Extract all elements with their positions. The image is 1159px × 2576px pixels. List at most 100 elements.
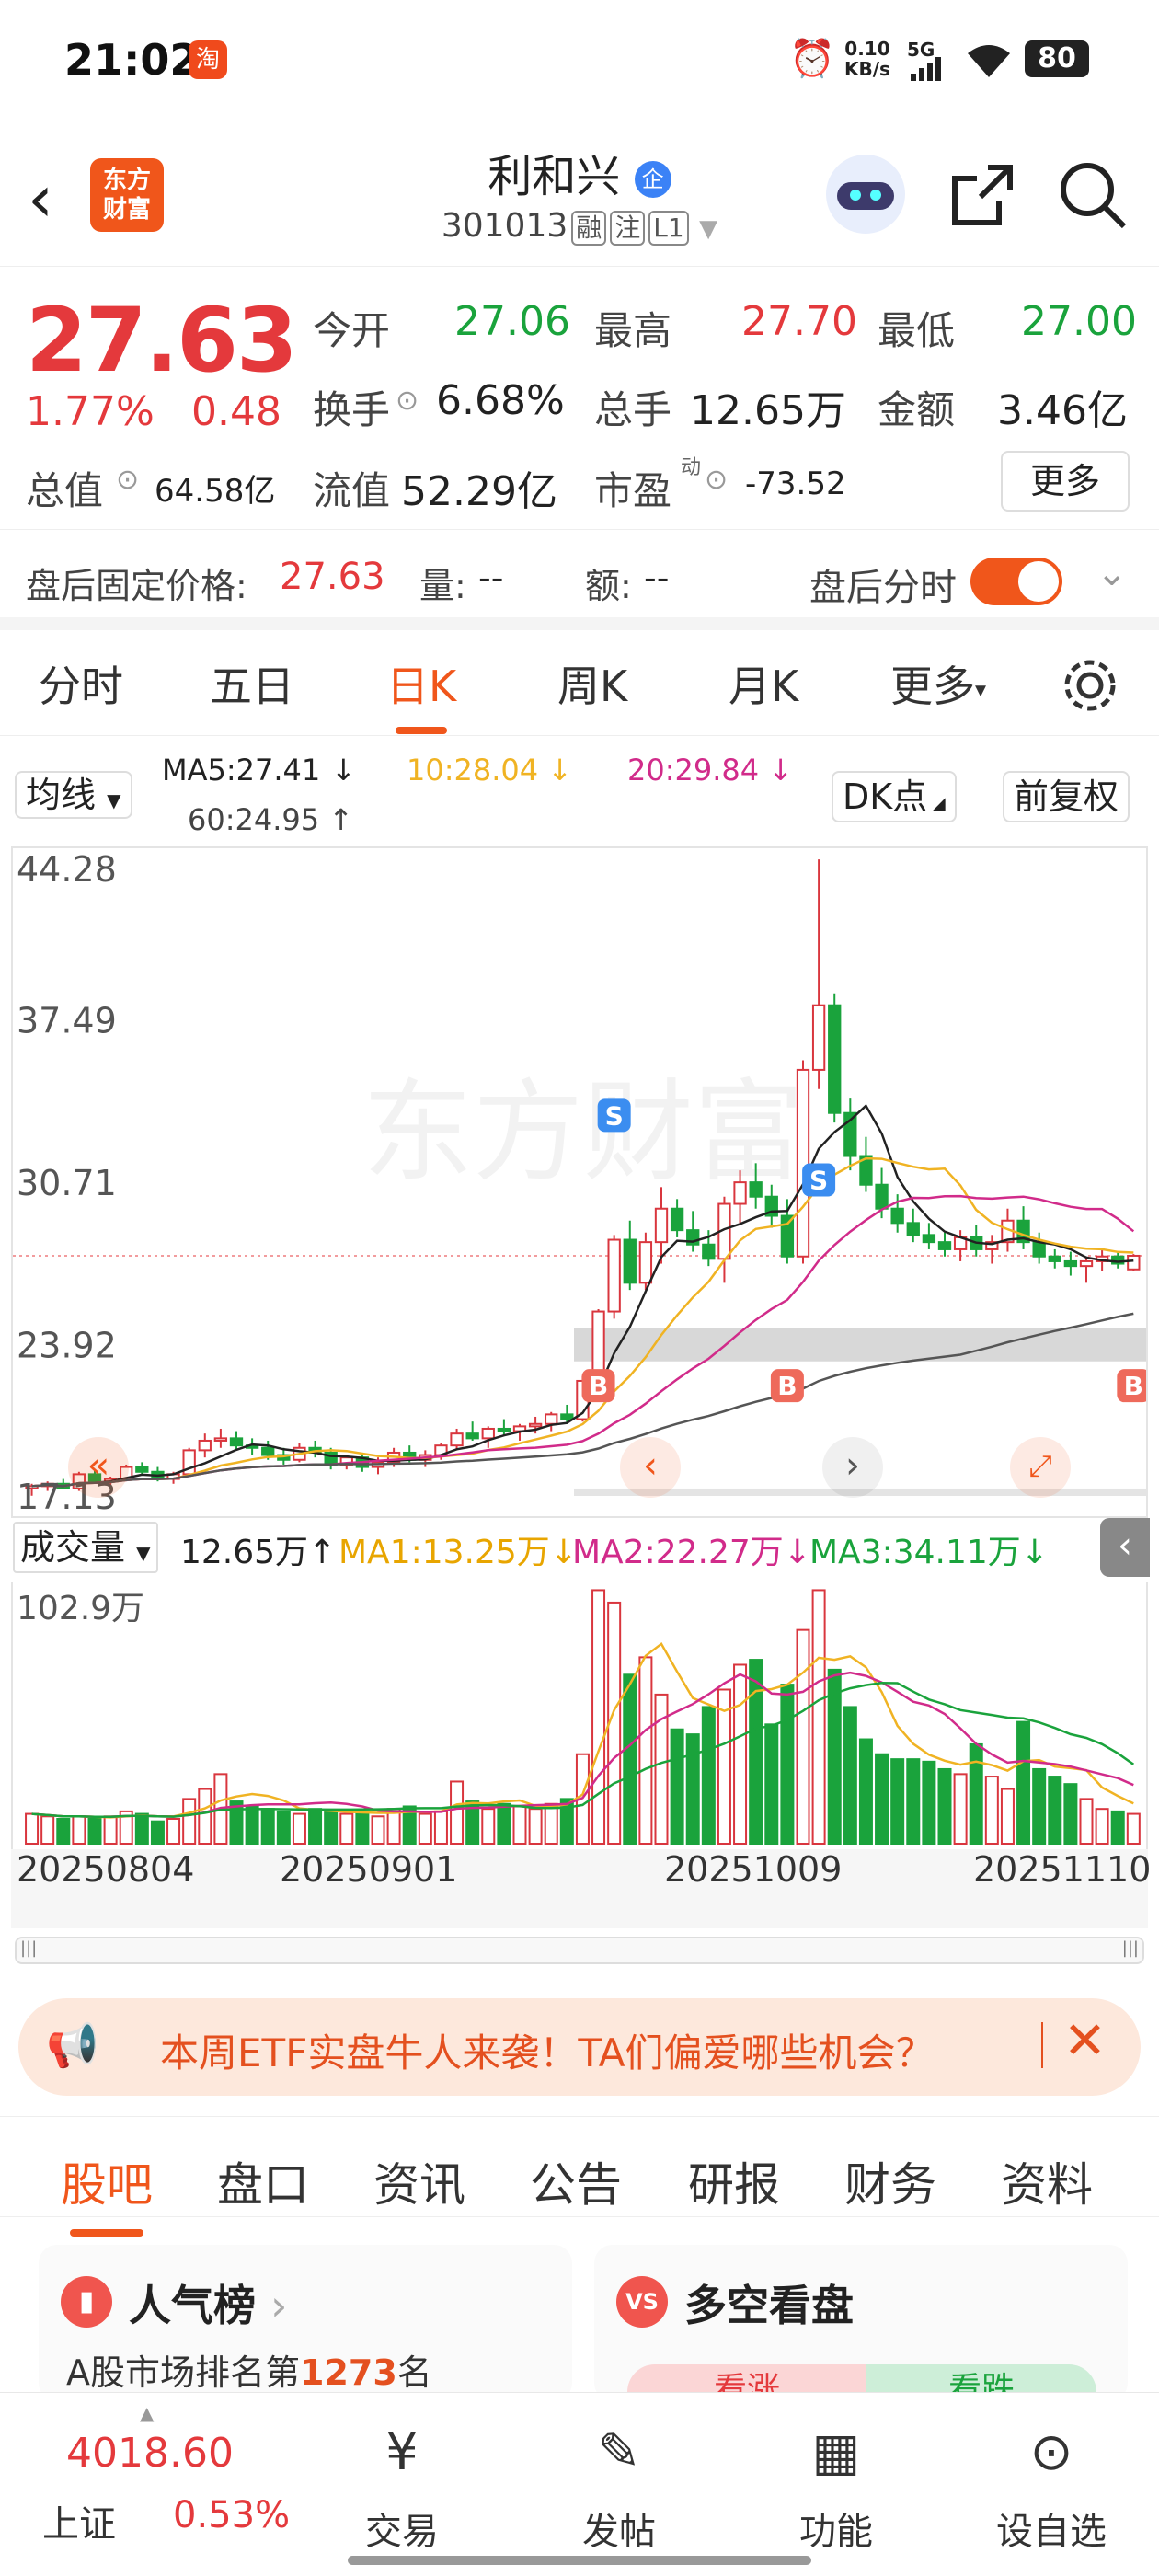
tab-more[interactable]: 更多▾ xyxy=(890,653,986,714)
tab-daily-k[interactable]: 日K xyxy=(386,653,456,734)
tab-news[interactable]: 资讯 xyxy=(373,2148,465,2214)
candle xyxy=(213,1437,228,1442)
mktcap-value: 64.58亿 xyxy=(155,473,276,510)
tab-five-day[interactable]: 五日 xyxy=(210,653,294,714)
bull-bear-card[interactable]: VS 多空看盘 看涨 看跌 xyxy=(594,2245,1128,2420)
tab-weekly-k[interactable]: 周K xyxy=(557,653,627,714)
volume-bar xyxy=(591,1589,606,1845)
dk-point-button[interactable]: DK点 ◢ xyxy=(832,771,957,822)
volume-bar xyxy=(103,1815,118,1846)
expand-icon[interactable]: ⤢ xyxy=(1010,1437,1071,1498)
taobao-icon: 淘 xyxy=(189,40,227,79)
volume-bar xyxy=(481,1808,496,1845)
volume-bar xyxy=(811,1589,826,1845)
volume-bar xyxy=(984,1776,999,1845)
candle xyxy=(528,1422,543,1428)
index-name[interactable]: 上证 xyxy=(42,2494,116,2547)
ma5-value: MA5:27.41 xyxy=(162,753,321,788)
volume-bar xyxy=(1016,1720,1031,1845)
trade-marker-b[interactable]: B xyxy=(1117,1369,1151,1403)
tab-pankou[interactable]: 盘口 xyxy=(217,2148,309,2214)
volume-bar xyxy=(670,1728,684,1845)
after-hours-vol-label: 量: xyxy=(419,566,466,606)
trade-marker-s[interactable]: S xyxy=(802,1163,836,1197)
vs-icon: VS xyxy=(616,2276,668,2328)
home-indicator[interactable] xyxy=(348,2556,811,2565)
scroll-handle-right[interactable]: ||| xyxy=(1122,1938,1139,1958)
volume-bar xyxy=(87,1817,102,1846)
robot-assistant-icon[interactable] xyxy=(826,155,905,234)
volume-bar xyxy=(276,1810,291,1845)
volume-bar xyxy=(497,1802,511,1845)
marker-label: B xyxy=(777,1371,797,1401)
candle xyxy=(481,1427,495,1440)
post-button[interactable]: ✎ 发帖 xyxy=(550,2421,688,2555)
candle xyxy=(607,1238,621,1313)
stock-header: ‹ 东方 财富 利和兴 企 301013 融注 L1 ▼ xyxy=(0,129,1159,267)
info-icon[interactable]: ⊙ xyxy=(116,464,139,496)
trade-marker-b[interactable]: B xyxy=(770,1369,804,1403)
tab-announcements[interactable]: 公告 xyxy=(530,2148,622,2214)
volume-svg: 102.9万 xyxy=(17,1589,1141,1846)
popularity-rank: A股市场排名第1273名 xyxy=(66,2352,432,2393)
banner-text[interactable]: 本周ETF实盘牛人来袭！TA们偏爱哪些机会？ xyxy=(160,2022,934,2078)
rewind-icon[interactable]: « xyxy=(68,1437,129,1498)
after-hours-timeline-label: 盘后分时 xyxy=(809,567,957,609)
volume-bar xyxy=(386,1808,401,1845)
candle xyxy=(654,1207,669,1244)
info-icon[interactable]: ⊙ xyxy=(705,464,728,496)
candle xyxy=(135,1466,149,1473)
tab-intraday[interactable]: 分时 xyxy=(39,653,123,714)
tab-finance[interactable]: 财务 xyxy=(844,2148,936,2214)
date-axis: 20250804 20250901 20251009 20251110 xyxy=(11,1849,1151,1928)
volume-selector[interactable]: 成交量 ▼ xyxy=(13,1522,158,1573)
adjust-button[interactable]: 前复权 xyxy=(1003,771,1130,822)
volume-bar xyxy=(890,1758,905,1845)
volume-value: 12.65万 xyxy=(690,387,846,434)
search-icon[interactable] xyxy=(1058,160,1128,230)
functions-button[interactable]: ▦ 功能 xyxy=(767,2421,905,2555)
candle xyxy=(749,1181,763,1198)
promo-banner[interactable]: 📢 本周ETF实盘牛人来袭！TA们偏爱哪些机会？ ✕ xyxy=(18,1998,1141,2096)
info-icon[interactable]: ⊙ xyxy=(396,385,419,417)
volume-bar xyxy=(40,1815,55,1846)
volume-bar xyxy=(528,1808,543,1845)
volume-bar xyxy=(339,1812,354,1845)
index-pct[interactable]: 0.53% xyxy=(173,2494,290,2536)
volume-chart[interactable]: 102.9万 xyxy=(11,1582,1148,1849)
scroll-handle-left[interactable]: ||| xyxy=(20,1938,37,1958)
volume-max-tick: 102.9万 xyxy=(17,1590,144,1627)
index-value[interactable]: 4018.60 xyxy=(66,2430,234,2477)
turnover-label: 换手 xyxy=(313,387,391,432)
candle xyxy=(1048,1255,1061,1262)
trade-button[interactable]: ¥ 交易 xyxy=(333,2421,471,2555)
chevron-right-icon[interactable]: › xyxy=(822,1437,883,1498)
ma-selector[interactable]: 均线 ▼ xyxy=(15,771,132,819)
tab-monthly-k[interactable]: 月K xyxy=(729,653,798,714)
vol-ma3: MA3:34.11万↓ xyxy=(809,1534,1049,1571)
trade-marker-s[interactable]: S xyxy=(597,1098,631,1133)
collapse-panel-button[interactable]: ‹ xyxy=(1100,1518,1150,1577)
volume-bar xyxy=(953,1773,968,1845)
volume-bar xyxy=(182,1798,197,1846)
chart-scrollbar[interactable]: ||| ||| xyxy=(15,1937,1144,1964)
status-bar: 21:02 淘 ⏰ 0.10 KB/s 5G 80 xyxy=(0,0,1159,120)
chevron-left-icon[interactable]: ‹ xyxy=(620,1437,681,1498)
tab-profile[interactable]: 资料 xyxy=(1001,2148,1093,2214)
candle xyxy=(261,1446,275,1456)
share-icon[interactable] xyxy=(947,162,1016,230)
add-watchlist-button[interactable]: ⊙ 设自选 xyxy=(982,2421,1120,2555)
kline-chart[interactable]: 东方财富 S B S B B 44.28 37.49 30.71 23.92 17.13 « ‹ ›… xyxy=(11,846,1151,1518)
more-button[interactable]: 更多 xyxy=(1001,451,1130,512)
tab-guba[interactable]: 股吧 xyxy=(61,2148,153,2237)
candle xyxy=(465,1432,479,1440)
trade-marker-b[interactable]: B xyxy=(581,1369,615,1403)
period-tabs: 分时 五日 日K 周K 月K 更多▾ xyxy=(0,635,1159,736)
chevron-down-icon[interactable]: ⌄ xyxy=(1096,552,1128,594)
popularity-card[interactable]: ▮ 人气榜 › A股市场排名第1273名 xyxy=(39,2245,572,2401)
close-icon[interactable]: ✕ xyxy=(1063,2011,1107,2071)
tab-research[interactable]: 研报 xyxy=(688,2148,780,2214)
gear-icon[interactable] xyxy=(1058,653,1122,718)
after-hours-toggle[interactable] xyxy=(970,558,1062,605)
signal-icon xyxy=(911,57,941,81)
